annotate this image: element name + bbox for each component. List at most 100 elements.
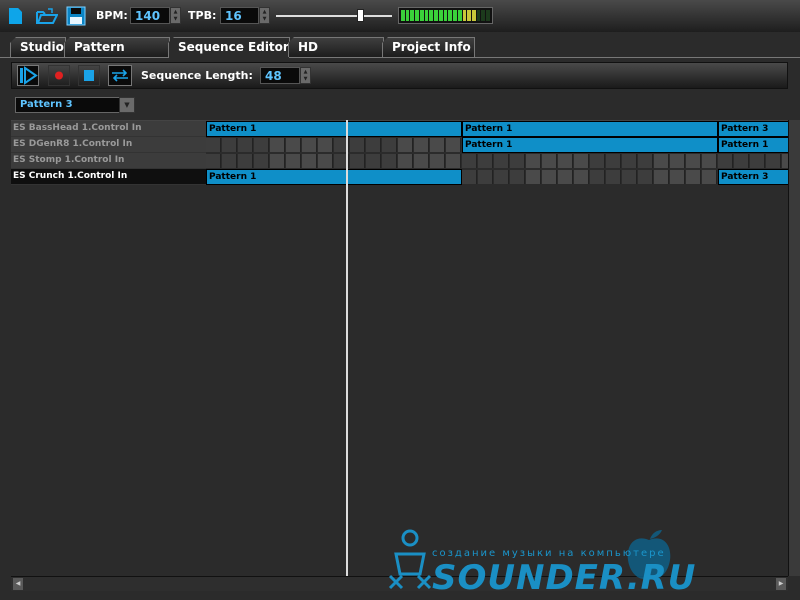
step-cell[interactable]: [254, 138, 269, 152]
stop-button[interactable]: [78, 65, 100, 86]
step-cell[interactable]: [398, 138, 413, 152]
new-file-icon[interactable]: [9, 8, 22, 24]
step-cell[interactable]: [494, 154, 509, 168]
step-cell[interactable]: [270, 154, 285, 168]
loop-button[interactable]: [108, 65, 132, 86]
volume-slider-thumb[interactable]: [357, 9, 364, 22]
step-cell[interactable]: [254, 154, 269, 168]
step-cell[interactable]: [238, 154, 253, 168]
step-cell[interactable]: [206, 154, 221, 168]
step-cell[interactable]: [622, 154, 637, 168]
step-cell[interactable]: [670, 170, 685, 184]
step-cell[interactable]: [350, 138, 365, 152]
pattern-select[interactable]: Pattern 3: [15, 97, 121, 113]
step-cell[interactable]: [606, 170, 621, 184]
step-cell[interactable]: [270, 138, 285, 152]
step-cell[interactable]: [430, 138, 445, 152]
track-name[interactable]: ES BassHead 1.Control In: [11, 121, 206, 137]
step-cell[interactable]: [318, 138, 333, 152]
step-cell[interactable]: [446, 154, 461, 168]
record-button[interactable]: [48, 65, 70, 86]
step-cell[interactable]: [414, 154, 429, 168]
step-cell[interactable]: [446, 138, 461, 152]
step-cell[interactable]: [462, 170, 477, 184]
step-cell[interactable]: [366, 138, 381, 152]
step-cell[interactable]: [526, 170, 541, 184]
sequence-grid[interactable]: ES BassHead 1.Control In Pattern 1 Pattern…: [11, 120, 788, 577]
step-cell[interactable]: [638, 154, 653, 168]
step-cell[interactable]: [510, 170, 525, 184]
step-cell[interactable]: [750, 154, 765, 168]
step-cell[interactable]: [654, 170, 669, 184]
step-cell[interactable]: [702, 154, 717, 168]
tab-studio[interactable]: Studio: [10, 37, 66, 57]
step-cell[interactable]: [318, 154, 333, 168]
step-cell[interactable]: [478, 154, 493, 168]
step-cell[interactable]: [238, 138, 253, 152]
tab-project-info[interactable]: Project Info: [382, 37, 475, 57]
step-cell[interactable]: [526, 154, 541, 168]
step-cell[interactable]: [462, 154, 477, 168]
pattern-block[interactable]: Pattern 3: [718, 121, 788, 137]
step-cell[interactable]: [590, 170, 605, 184]
track-grid-row[interactable]: Pattern 1 Pattern 1: [206, 137, 788, 153]
step-cell[interactable]: [510, 154, 525, 168]
bpm-input[interactable]: 140: [130, 7, 170, 24]
step-cell[interactable]: [350, 154, 365, 168]
step-cell[interactable]: [638, 170, 653, 184]
step-cell[interactable]: [430, 154, 445, 168]
track-name[interactable]: ES Stomp 1.Control In: [11, 153, 206, 169]
step-cell[interactable]: [686, 170, 701, 184]
scroll-left-icon[interactable]: ◀: [13, 578, 23, 590]
step-cell[interactable]: [590, 154, 605, 168]
step-cell[interactable]: [286, 138, 301, 152]
volume-slider-track[interactable]: [276, 15, 392, 17]
step-cell[interactable]: [494, 170, 509, 184]
step-cell[interactable]: [622, 170, 637, 184]
pattern-block[interactable]: Pattern 1: [462, 137, 718, 153]
step-cell[interactable]: [670, 154, 685, 168]
pattern-block[interactable]: Pattern 1: [206, 121, 462, 137]
step-cell[interactable]: [366, 154, 381, 168]
step-cell[interactable]: [542, 154, 557, 168]
chevron-down-icon[interactable]: ▼: [119, 97, 135, 113]
step-cell[interactable]: [222, 138, 237, 152]
step-cell[interactable]: [766, 154, 781, 168]
pattern-block[interactable]: Pattern 3: [718, 169, 788, 185]
step-cell[interactable]: [222, 154, 237, 168]
tab-sequence-editor[interactable]: Sequence Editor: [168, 37, 290, 58]
step-cell[interactable]: [382, 138, 397, 152]
step-cell[interactable]: [478, 170, 493, 184]
step-cell[interactable]: [302, 138, 317, 152]
vertical-scrollbar[interactable]: [788, 120, 800, 576]
step-cell[interactable]: [574, 154, 589, 168]
open-folder-icon[interactable]: [36, 8, 58, 24]
step-cell[interactable]: [382, 154, 397, 168]
step-cell[interactable]: [558, 170, 573, 184]
pattern-block[interactable]: Pattern 1: [718, 137, 788, 153]
tpb-input[interactable]: 16: [220, 7, 259, 24]
tab-hd-recorder[interactable]: HD Recorder: [288, 37, 384, 57]
step-cell[interactable]: [702, 170, 717, 184]
track-grid-row[interactable]: Pattern 1 Pattern 3: [206, 169, 788, 185]
step-cell[interactable]: [286, 154, 301, 168]
sequence-length-stepper[interactable]: ▲ ▼: [300, 67, 311, 84]
track-grid-row[interactable]: Pattern 1 Pattern 1 Pattern 3: [206, 121, 788, 137]
playhead[interactable]: [346, 120, 348, 576]
tpb-stepper[interactable]: ▲ ▼: [259, 7, 270, 24]
track-grid-row[interactable]: [206, 153, 788, 169]
save-disk-icon[interactable]: [66, 6, 86, 26]
sequence-length-input[interactable]: 48: [260, 67, 300, 84]
step-cell[interactable]: [414, 138, 429, 152]
step-cell[interactable]: [574, 170, 589, 184]
step-cell[interactable]: [654, 154, 669, 168]
pattern-block[interactable]: Pattern 1: [206, 169, 462, 185]
play-button[interactable]: [17, 65, 39, 86]
track-name[interactable]: ES Crunch 1.Control In: [11, 169, 206, 185]
step-cell[interactable]: [686, 154, 701, 168]
step-cell[interactable]: [606, 154, 621, 168]
step-cell[interactable]: [558, 154, 573, 168]
tab-pattern-editor[interactable]: Pattern Editor: [64, 37, 170, 57]
step-cell[interactable]: [718, 154, 733, 168]
step-cell[interactable]: [206, 138, 221, 152]
